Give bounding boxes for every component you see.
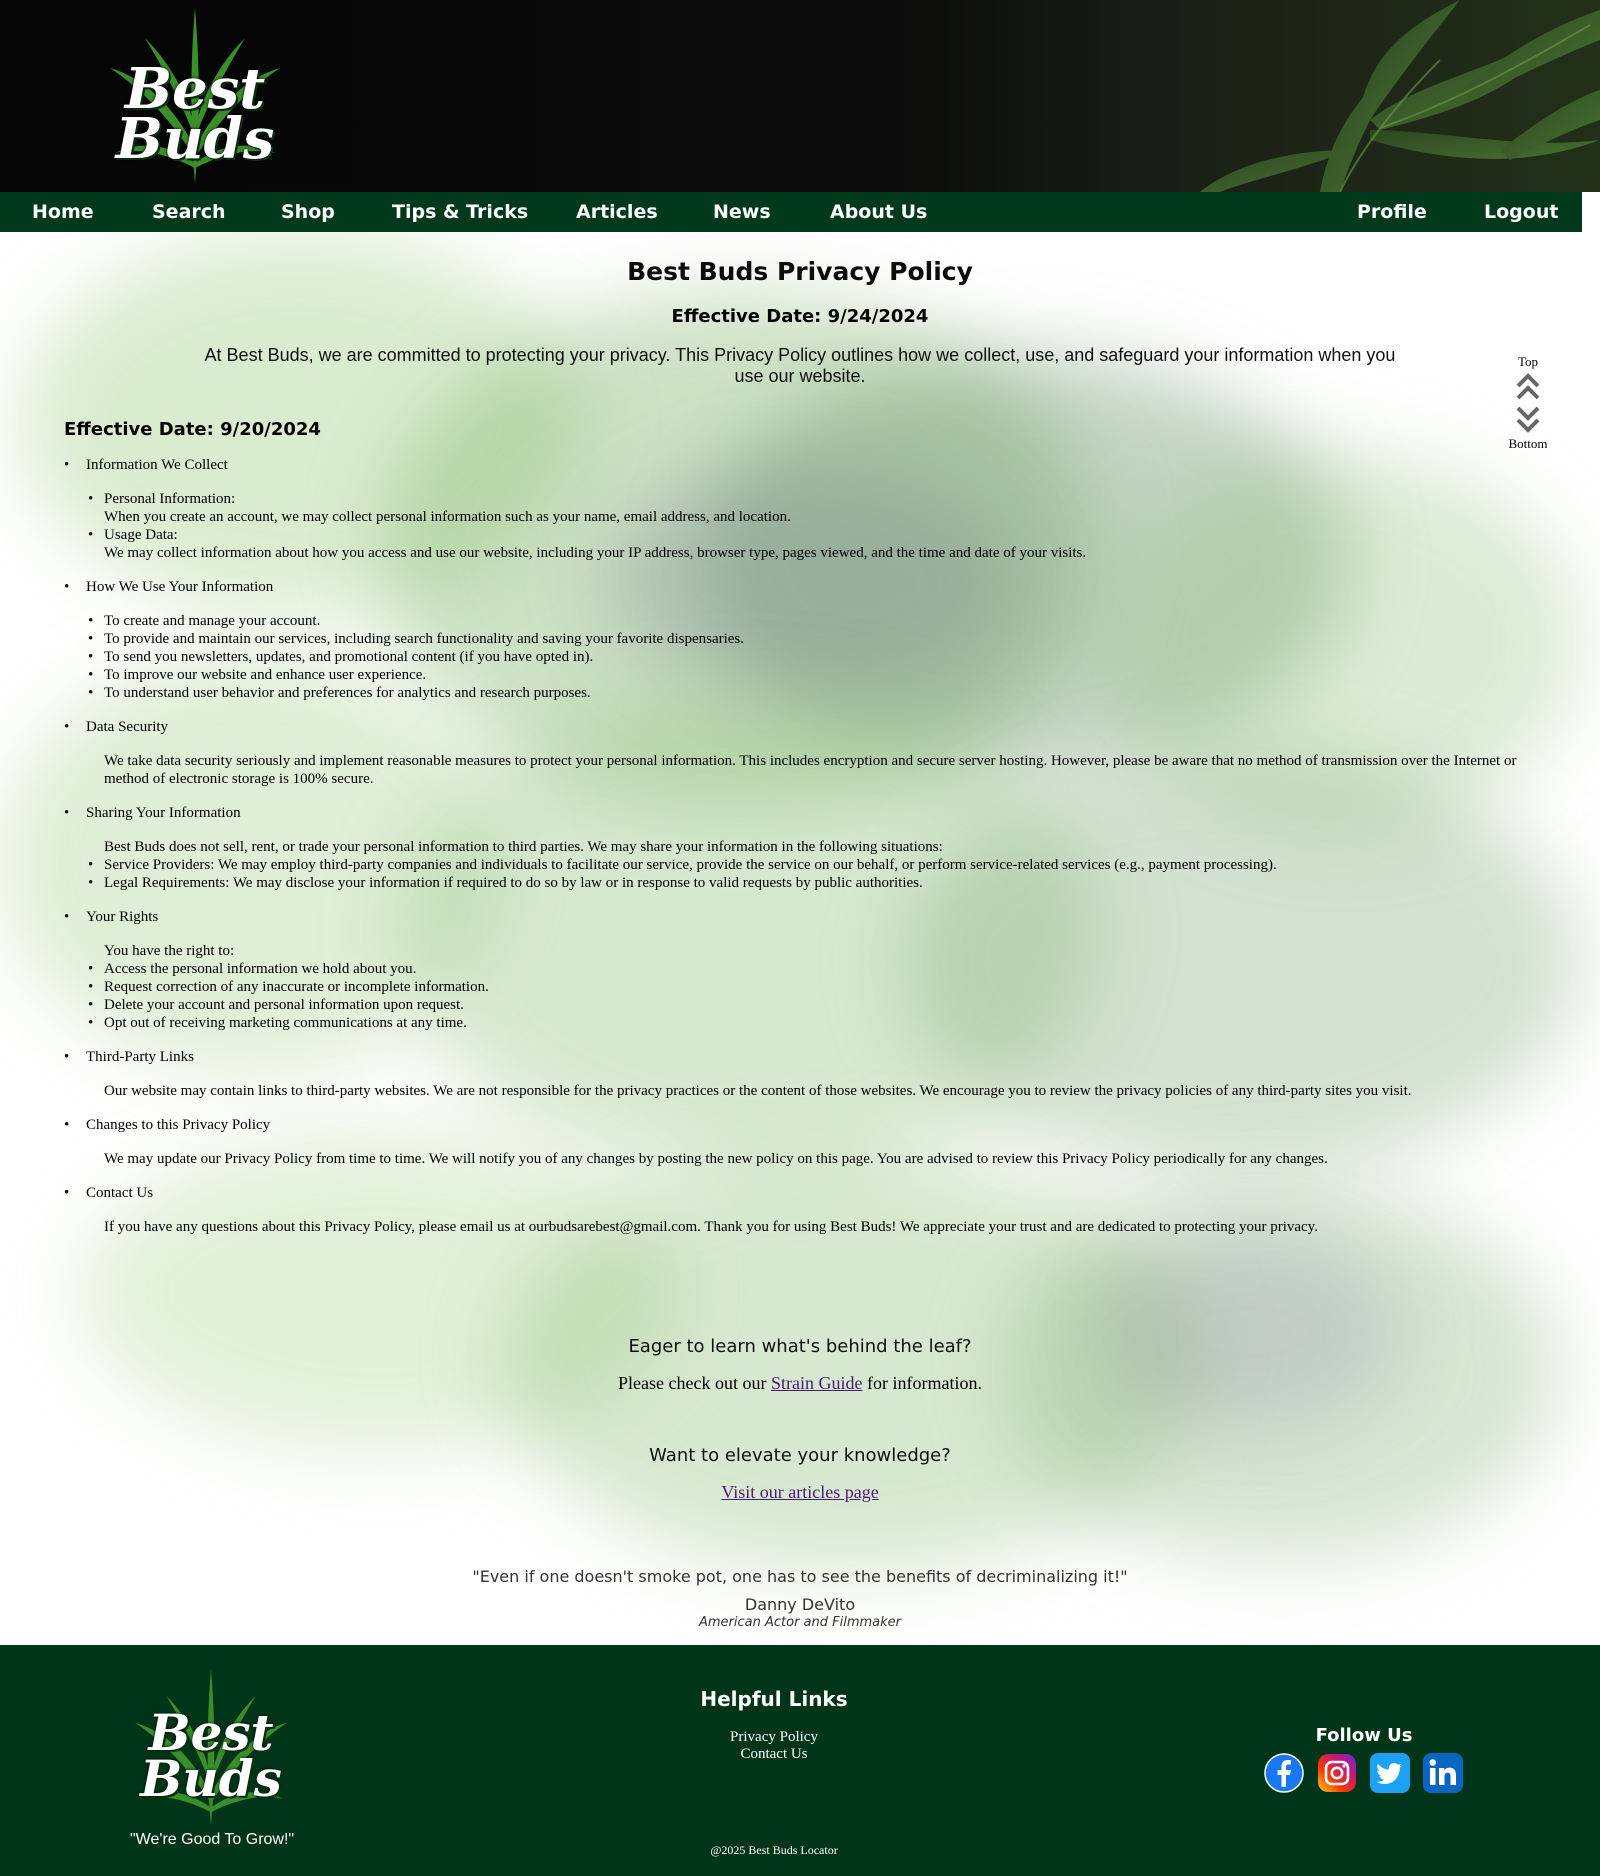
- section-lead: Best Buds does not sell, rent, or trade …: [104, 839, 943, 855]
- section-title: How We Use Your Information: [64, 578, 1534, 596]
- nav-logout[interactable]: Logout: [1484, 201, 1558, 223]
- site-header: Best Buds: [0, 0, 1600, 192]
- helpful-links-title: Helpful Links: [700, 1687, 848, 1711]
- section-information-collect: Information We Collect Personal Informat…: [64, 456, 1534, 562]
- quote-author: Danny DeVito: [744, 1595, 856, 1614]
- cta-heading-knowledge: Want to elevate your knowledge?: [649, 1445, 951, 1466]
- footer-contact-us-link[interactable]: Contact Us: [0, 1746, 1548, 1763]
- list-item: To send you newsletters, updates, and pr…: [88, 648, 1534, 666]
- section-data-security: Data Security We take data security seri…: [64, 718, 1534, 788]
- nav-tips-tricks[interactable]: Tips & Tricks: [392, 201, 528, 223]
- section-title: Data Security: [64, 718, 1534, 736]
- cta-articles: Visit our articles page: [0, 1482, 1600, 1503]
- quote-role: American Actor and Filmmaker: [698, 1615, 902, 1630]
- list-item: Delete your account and personal informa…: [64, 996, 1534, 1014]
- section-title: Changes to this Privacy Policy: [64, 1116, 1534, 1134]
- section-title: Contact Us: [64, 1184, 1534, 1202]
- linkedin-icon[interactable]: [1423, 1753, 1463, 1793]
- scroll-bottom-label[interactable]: Bottom: [1503, 436, 1553, 452]
- site-logo[interactable]: Best Buds: [100, 8, 290, 188]
- section-sharing: Sharing Your Information Best Buds does …: [64, 804, 1534, 892]
- item-desc: When you create an account, we may colle…: [104, 509, 791, 525]
- list-item: To create and manage your account.: [88, 612, 1534, 630]
- nav-shop[interactable]: Shop: [281, 201, 335, 223]
- page-title: Best Buds Privacy Policy: [627, 257, 973, 286]
- list-item: To understand user behavior and preferen…: [88, 684, 1534, 702]
- item-desc: We may collect information about how you…: [104, 545, 1087, 561]
- section-title: Your Rights: [64, 908, 1534, 926]
- effective-date-second: Effective Date: 9/20/2024: [64, 419, 321, 440]
- double-chevron-up-icon[interactable]: [1515, 372, 1541, 402]
- section-how-we-use: How We Use Your Information To create an…: [64, 578, 1534, 702]
- double-chevron-down-icon[interactable]: [1515, 404, 1541, 434]
- facebook-icon[interactable]: [1264, 1753, 1304, 1793]
- scroll-top-label[interactable]: Top: [1503, 354, 1553, 370]
- quote-text: "Even if one doesn't smoke pot, one has …: [472, 1567, 1128, 1586]
- cannabis-leaves-banner: [1200, 0, 1600, 192]
- logo-text-buds: Buds: [115, 106, 275, 172]
- section-title: Sharing Your Information: [64, 804, 1534, 822]
- instagram-icon[interactable]: [1317, 1753, 1357, 1793]
- section-your-rights: Your Rights You have the right to: Acces…: [64, 908, 1534, 1032]
- list-item: Opt out of receiving marketing communica…: [64, 1014, 1534, 1032]
- cta-strain-guide: Please check out our Strain Guide for in…: [618, 1373, 982, 1393]
- item-label: Usage Data:: [104, 527, 178, 543]
- section-title: Third-Party Links: [64, 1048, 1534, 1066]
- cta-heading-leaf: Eager to learn what's behind the leaf?: [628, 1336, 972, 1357]
- intro-text: At Best Buds, we are committed to protec…: [204, 345, 1396, 386]
- follow-us-title: Follow Us: [1315, 1725, 1413, 1746]
- list-item: Personal Information: When you create an…: [88, 490, 1534, 526]
- section-text: We may update our Privacy Policy from ti…: [104, 1151, 1328, 1167]
- section-title: Information We Collect: [64, 456, 1534, 474]
- nav-home[interactable]: Home: [32, 201, 94, 223]
- list-item: To provide and maintain our services, in…: [88, 630, 1534, 648]
- nav-profile[interactable]: Profile: [1357, 201, 1427, 223]
- section-text: If you have any questions about this Pri…: [104, 1219, 1318, 1235]
- list-item: Request correction of any inaccurate or …: [64, 978, 1534, 996]
- articles-page-link[interactable]: Visit our articles page: [721, 1482, 878, 1502]
- effective-date-top: Effective Date: 9/24/2024: [671, 306, 929, 327]
- list-item: Legal Requirements: We may disclose your…: [64, 874, 1534, 892]
- section-text: We take data security seriously and impl…: [104, 753, 1517, 787]
- main-content: Best Buds Privacy Policy Effective Date:…: [0, 232, 1600, 1645]
- nav-articles[interactable]: Articles: [576, 201, 658, 223]
- copyright-text: @2025 Best Buds Locator: [710, 1843, 838, 1857]
- section-changes: Changes to this Privacy Policy We may up…: [64, 1116, 1534, 1168]
- section-lead: You have the right to:: [104, 943, 235, 959]
- nav-about-us[interactable]: About Us: [830, 201, 927, 223]
- scroll-widget: Top Bottom: [1503, 354, 1553, 452]
- list-item: To improve our website and enhance user …: [88, 666, 1534, 684]
- nav-search[interactable]: Search: [152, 201, 226, 223]
- section-third-party-links: Third-Party Links Our website may contai…: [64, 1048, 1534, 1100]
- twitter-icon[interactable]: [1370, 1753, 1410, 1793]
- policy-list: Information We Collect Personal Informat…: [64, 456, 1534, 1252]
- list-item: Service Providers: We may employ third-p…: [64, 856, 1534, 874]
- section-contact: Contact Us If you have any questions abo…: [64, 1184, 1534, 1236]
- section-text: Our website may contain links to third-p…: [104, 1083, 1412, 1099]
- item-label: Personal Information:: [104, 491, 236, 507]
- list-item: Access the personal information we hold …: [64, 960, 1534, 978]
- site-footer: Best Buds "We're Good To Grow!" Helpful …: [0, 1645, 1600, 1876]
- list-item: Usage Data: We may collect information a…: [88, 526, 1534, 562]
- nav-news[interactable]: News: [713, 201, 771, 223]
- main-nav: Home Search Shop Tips & Tricks Articles …: [0, 192, 1582, 232]
- strain-guide-link[interactable]: Strain Guide: [771, 1373, 863, 1393]
